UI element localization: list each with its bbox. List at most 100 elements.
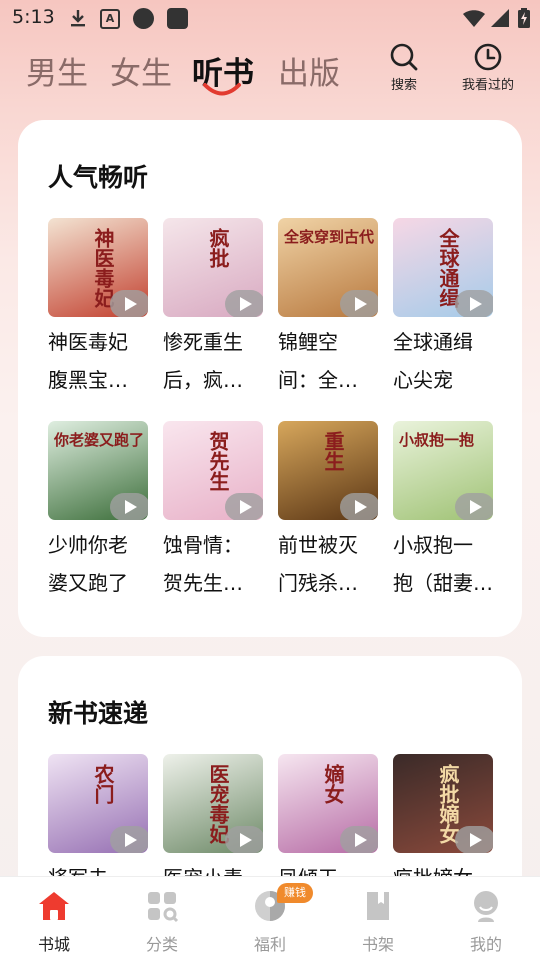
bottom-nav: 书城 分类 福利 书架 我的	[0, 876, 540, 960]
popular-section: 人气畅听 神医毒妃 神医毒妃 腹黑宝… 疯批 惨死重生 后，疯… 全家穿到古代 锦鲤空 间：全……	[18, 120, 522, 637]
clock-icon	[474, 43, 502, 71]
profile-icon	[474, 891, 498, 922]
play-button[interactable]	[225, 493, 263, 520]
cover-title-art: 全家穿到古代	[284, 228, 375, 246]
play-button[interactable]	[455, 493, 493, 520]
circle-notification-icon	[133, 8, 154, 29]
section-title: 人气畅听	[48, 163, 149, 192]
book-cover[interactable]: 重生	[278, 421, 378, 520]
nav-bookstore[interactable]: 书城	[19, 889, 89, 955]
play-button[interactable]	[455, 290, 493, 317]
search-icon	[390, 43, 418, 71]
cover-title-art: 农门	[91, 764, 115, 804]
book-cover[interactable]: 神医毒妃	[48, 218, 148, 317]
book-title-line: 神医毒妃	[48, 330, 128, 354]
book-title-line: 蚀骨情：	[163, 533, 243, 557]
play-button[interactable]	[225, 290, 263, 317]
search-button[interactable]: 搜索	[382, 42, 426, 93]
book-cover[interactable]: 小叔抱一抱	[393, 421, 493, 520]
play-button[interactable]	[340, 290, 378, 317]
book-item[interactable]: 贺先生 蚀骨情： 贺先生…	[163, 421, 263, 602]
section-title: 新书速递	[48, 699, 149, 728]
play-button[interactable]	[340, 493, 378, 520]
book-cover[interactable]: 全家穿到古代	[278, 218, 378, 317]
play-icon	[240, 500, 252, 514]
play-icon	[470, 833, 482, 847]
book-title-line: 后，疯…	[163, 368, 243, 392]
book-title-line: 少帅你老	[48, 533, 128, 557]
play-icon	[355, 297, 367, 311]
book-title-line: 间：全…	[278, 368, 358, 392]
play-button[interactable]	[110, 826, 148, 853]
book-item[interactable]: 全家穿到古代 锦鲤空 间：全…	[278, 218, 378, 399]
battery-charging-icon	[518, 8, 530, 28]
play-icon	[125, 297, 137, 311]
nav-bookshelf[interactable]: 书架	[343, 889, 413, 955]
book-item[interactable]: 你老婆又跑了 少帅你老 婆又跑了	[48, 421, 148, 602]
bookshelf-icon	[367, 892, 389, 920]
cover-title-art: 神医毒妃	[91, 228, 115, 308]
tab-publish[interactable]: 出版	[278, 48, 340, 93]
book-title-line: 门残杀…	[278, 571, 358, 595]
book-title-line: 心尖宠	[393, 368, 453, 392]
play-button[interactable]	[110, 493, 148, 520]
book-cover[interactable]: 嫡女	[278, 754, 378, 853]
book-cover[interactable]: 你老婆又跑了	[48, 421, 148, 520]
play-button[interactable]	[110, 290, 148, 317]
cover-title-art: 疯批嫡女	[436, 764, 460, 844]
tab-female[interactable]: 女生	[110, 48, 172, 93]
play-icon	[470, 297, 482, 311]
cover-title-art: 医宠毒妃	[206, 764, 230, 844]
play-button[interactable]	[340, 826, 378, 853]
search-label: 搜索	[390, 78, 417, 93]
active-tab-indicator	[203, 83, 241, 96]
play-icon	[355, 500, 367, 514]
category-icon	[148, 892, 179, 923]
earn-money-badge: 赚钱	[277, 883, 313, 903]
book-item[interactable]: 重生前世被灭门残杀…	[278, 421, 378, 602]
cover-title-art: 贺先生	[206, 431, 230, 491]
nav-label: 我的	[469, 935, 502, 954]
book-title-line: 腹黑宝…	[48, 368, 128, 392]
status-time: 5:13	[12, 6, 55, 28]
book-title-line: 惨死重生	[163, 330, 243, 354]
book-title-line: 小叔抱一	[393, 533, 473, 557]
play-button[interactable]	[455, 826, 493, 853]
play-icon	[355, 833, 367, 847]
tab-male[interactable]: 男生	[26, 48, 88, 93]
book-item[interactable]: 小叔抱一抱小叔抱一抱（甜妻…	[393, 421, 493, 602]
nav-label: 分类	[145, 935, 178, 954]
nav-profile[interactable]: 我的	[451, 889, 521, 955]
home-icon	[39, 892, 69, 920]
wifi-icon	[463, 10, 485, 27]
book-cover[interactable]: 疯批	[163, 218, 263, 317]
book-cover[interactable]: 贺先生	[163, 421, 263, 520]
play-button[interactable]	[225, 826, 263, 853]
book-cover[interactable]: 医宠毒妃	[163, 754, 263, 853]
nav-label: 福利	[253, 935, 286, 954]
nav-label: 书架	[361, 935, 394, 954]
download-icon	[71, 10, 85, 27]
book-title-line: 抱（甜妻…	[393, 571, 493, 595]
book-cover[interactable]: 疯批嫡女	[393, 754, 493, 853]
cover-title-art: 小叔抱一抱	[399, 431, 475, 449]
book-cover[interactable]: 农门	[48, 754, 148, 853]
book-title-line: 全球通缉	[393, 330, 473, 354]
book-item[interactable]: 全球通缉 全球通缉 心尖宠	[393, 218, 493, 399]
play-icon	[470, 500, 482, 514]
status-bar: 5:13 A	[0, 0, 540, 36]
cover-title-art: 全球通缉	[436, 228, 460, 308]
app-notification-icon: A	[100, 9, 120, 29]
signal-icon	[491, 9, 509, 27]
book-cover[interactable]: 全球通缉	[393, 218, 493, 317]
play-icon	[240, 833, 252, 847]
play-icon	[125, 500, 137, 514]
history-button[interactable]: 我看过的	[456, 42, 520, 93]
cover-title-art: 你老婆又跑了	[54, 431, 145, 449]
cover-title-art: 重生	[321, 431, 345, 471]
book-item[interactable]: 疯批惨死重生后，疯…	[163, 218, 263, 399]
nav-category[interactable]: 分类	[127, 889, 197, 955]
book-title-line: 前世被灭	[278, 533, 358, 557]
book-item[interactable]: 神医毒妃 神医毒妃 腹黑宝…	[48, 218, 148, 399]
history-label: 我看过的	[461, 78, 514, 93]
